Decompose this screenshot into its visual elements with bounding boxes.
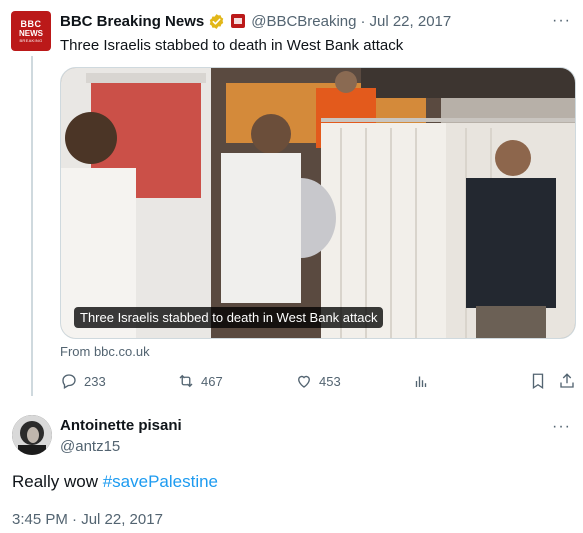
user-avatar[interactable] [12,415,52,455]
card-caption: Three Israelis stabbed to death in West … [74,307,384,328]
heart-icon [298,375,310,388]
hashtag-link[interactable]: #savePalestine [103,472,218,491]
views-button[interactable] [412,372,430,390]
card-image [61,68,575,338]
ellipsis-icon[interactable]: ··· [552,12,571,30]
like-count: 453 [319,373,341,389]
author-handle[interactable]: @BBCBreaking [251,13,356,30]
tweet-text: Three Israelis stabbed to death in West … [60,37,404,54]
reply-timestamp[interactable]: 3:45 PM · Jul 22, 2017 [12,511,163,528]
retweet-count: 467 [201,373,223,389]
like-button[interactable]: 453 [295,372,341,390]
bookmark-button[interactable] [529,372,547,390]
link-card[interactable]: Three Israelis stabbed to death in West … [60,67,576,339]
reply-count: 233 [84,373,106,389]
tweet-header: BBC Breaking News @BBCBreaking · Jul 22,… [60,11,451,31]
reply-author-name[interactable]: Antoinette pisani [60,417,182,434]
share-button[interactable] [558,372,576,390]
retweet-button[interactable]: 467 [177,372,223,390]
share-icon [560,373,574,388]
tweet-date[interactable]: Jul 22, 2017 [370,13,452,30]
card-source[interactable]: From bbc.co.uk [60,344,150,359]
reply-author-handle[interactable]: @antz15 [60,438,120,455]
reply-icon [62,374,76,389]
bbc-avatar[interactable]: BBC NEWS BREAKING [11,11,51,51]
separator-dot: · [360,12,366,30]
avatar-line-news: NEWS [19,28,43,38]
analytics-icon [415,376,427,387]
action-bar: 233 467 453 [60,372,580,394]
avatar-line-breaking: BREAKING [19,37,43,43]
reply-text: Really wow #savePalestine [12,472,218,492]
avatar-photo [12,415,52,455]
bbc-affiliate-badge-icon[interactable] [231,14,246,28]
reply-ellipsis-icon[interactable]: ··· [552,418,571,436]
author-name[interactable]: BBC Breaking News [60,13,204,30]
reply-text-prefix: Really wow [12,472,103,491]
gold-verified-badge-icon[interactable] [208,13,225,30]
bookmark-icon [532,373,544,390]
thread-connector-line [31,56,33,396]
retweet-icon [179,374,193,388]
reply-button[interactable]: 233 [60,372,106,390]
avatar-line-bbc: BBC [20,18,42,29]
